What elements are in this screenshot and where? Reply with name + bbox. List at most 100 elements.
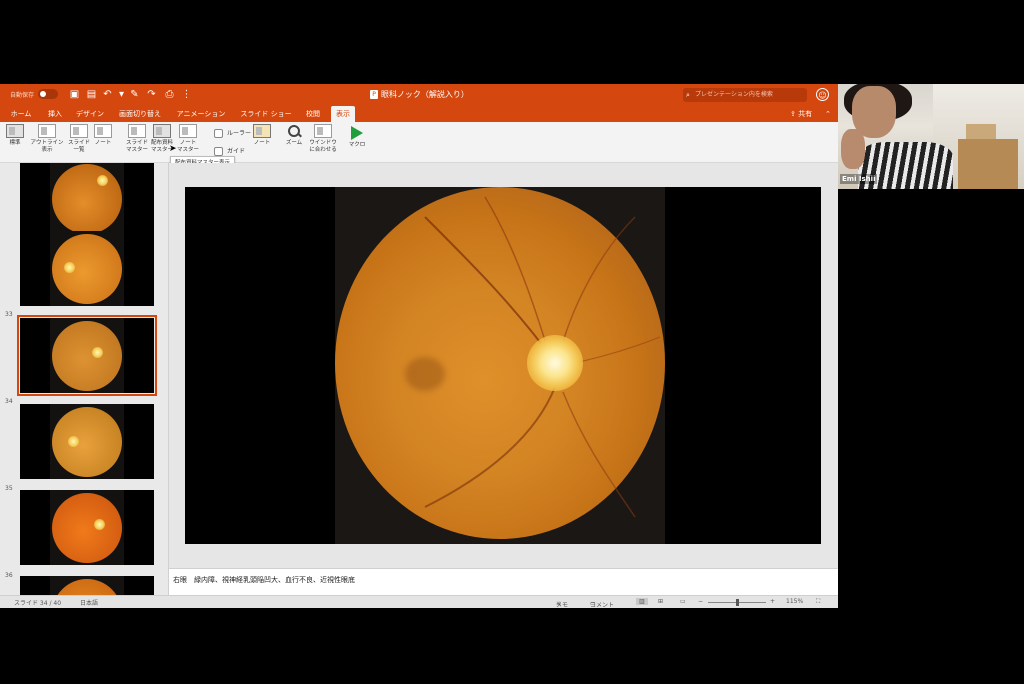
fundus-image [335,187,665,539]
notes-page-icon [94,124,112,138]
save-icon[interactable]: ▤ [85,88,98,101]
play-macro-icon [351,126,363,140]
fit-to-window-label-2: に合わせる [309,147,337,153]
fundus-photo[interactable] [335,187,665,544]
zoom-level[interactable]: 115% [786,598,803,605]
comments-label: コメント [590,602,615,608]
tab-slideshow[interactable]: スライド ショー [236,106,296,122]
guides-checkbox-box[interactable] [214,147,223,156]
fundus-thumbnail [52,407,122,477]
search-icon: ⌕ [686,91,690,99]
undo-icon[interactable]: ↶ [101,88,114,101]
webcam-person-hand [841,129,865,169]
reading-view-status-icon[interactable]: ▭ [680,598,686,605]
mouse-pointer-icon: ➤ [169,144,177,154]
notes-master-button[interactable]: ノート マスター [177,124,199,154]
zoom-slider-handle[interactable] [736,599,739,606]
macro-button[interactable]: マクロ [346,124,368,149]
tab-transitions[interactable]: 画面切り替え [114,106,166,122]
zoom-out-icon[interactable]: − [698,598,703,605]
tab-insert[interactable]: 挿入 [42,106,68,122]
search-input[interactable]: ⌕ プレゼンテーション内を検索 [683,88,807,102]
notes-master-icon [179,124,197,138]
tab-design[interactable]: デザイン [72,106,108,122]
webcam-video: Emi Ishii [838,84,1024,189]
zoom-button[interactable]: ズーム [283,124,305,147]
share-button[interactable]: ⇪ 共有 [790,106,812,122]
macro-label: マクロ [348,142,366,148]
feedback-smiley-icon[interactable]: ☺ [816,88,829,101]
customize-toolbar-icon[interactable]: ⋮ [180,88,193,101]
slide-thumbnail-pane[interactable]: 33 34 35 36 37 [0,163,169,595]
optic-disc [527,335,583,391]
slide-sorter-icon [70,124,88,138]
notes-pane[interactable]: 右眼 緑内障、視神経乳頭陥凹大、血行不良、近視性眼底 [169,568,838,596]
notes-page-label: ノート [94,140,112,146]
share-icon: ⇪ [790,110,799,118]
tab-animations[interactable]: アニメーション [172,106,230,122]
optic-disc-thumbnail [92,347,103,358]
normal-view-button[interactable]: 標準 [4,124,26,147]
fit-to-window-button[interactable]: ウインドウ に合わせる [307,124,339,154]
slide-sorter-label-1: スライド [67,140,90,146]
autosave-label: 自動保存 [10,92,35,99]
print-icon[interactable]: ⎙ [163,88,176,101]
collapse-ribbon-icon[interactable]: ⌃ [825,106,831,122]
outline-view-icon [38,124,56,138]
slide-sorter-status-icon[interactable]: ⊞ [658,598,663,605]
tab-view[interactable]: 表示 [331,106,355,122]
share-label: 共有 [798,110,813,118]
ruler-checkbox[interactable]: ルーラー [214,128,251,138]
slide-thumbnail-selected[interactable] [17,315,157,396]
notes-toggle-label: メモ [556,602,569,608]
normal-view-status-icon[interactable]: ▥ [636,598,648,605]
notes-master-label-1: ノート [179,140,197,146]
notes-master-label-2: マスター [177,147,200,153]
participant-name: Emi Ishii [840,174,878,184]
slide-indicator: スライド 34 / 40 [14,600,62,607]
edit-icon[interactable]: ✎ [128,88,141,101]
fit-to-window-icon [314,124,332,138]
outline-view-button[interactable]: アウトライン 表示 [28,124,66,154]
sidebar-toggle-icon[interactable]: ▣ [68,88,81,101]
current-slide[interactable] [185,187,821,544]
slide-master-icon [128,124,146,138]
redo-icon[interactable]: ↷ [145,88,158,101]
handout-master-icon [153,124,171,138]
tab-home[interactable]: ホーム [6,106,36,122]
powerpoint-window: 自動保存 ▣ ▤ ↶ ▾ ✎ ↷ ⎙ ⋮ P 眼科ノック（解説入り） ⌕ プレゼンテ… [0,84,838,608]
ribbon-tab-bar: ホーム 挿入 デザイン 画面切り替え アニメーション スライド ショー 校閲 表… [0,106,838,122]
title-bar: 自動保存 ▣ ▤ ↶ ▾ ✎ ↷ ⎙ ⋮ P 眼科ノック（解説入り） ⌕ プレゼンテ… [0,84,838,106]
ruler-checkbox-box[interactable] [214,129,223,138]
slide-editing-area[interactable] [169,163,838,568]
outline-view-label-1: アウトライン [30,140,64,146]
notes-pane-icon [253,124,271,138]
slide-thumbnail[interactable] [20,404,154,479]
fundus-thumbnail [52,321,122,391]
slide-number: 34 [5,398,13,405]
language-indicator[interactable]: 日本語 [80,598,98,607]
fundus-thumbnail [52,493,122,563]
fit-to-window-label-1: ウインドウ [309,140,337,146]
optic-disc-thumbnail [64,262,75,273]
notes-page-button[interactable]: ノート [92,124,114,147]
optic-disc-thumbnail [68,436,79,447]
slide-thumbnail[interactable] [20,163,154,236]
fit-slide-icon[interactable]: ⛶ [816,598,820,606]
slide-thumbnail[interactable] [20,231,154,306]
search-placeholder: プレゼンテーション内を検索 [695,91,773,98]
slide-sorter-button[interactable]: スライド 一覧 [66,124,92,154]
autosave-toggle[interactable] [38,89,58,99]
slide-thumbnail[interactable] [20,490,154,565]
guides-checkbox[interactable]: ガイド [214,146,245,156]
magnifier-icon [287,124,301,138]
zoom-label: ズーム [285,140,303,146]
notes-pane-button[interactable]: ノート [251,124,273,147]
undo-dropdown-icon[interactable]: ▾ [115,88,128,101]
fundus-thumbnail [52,234,122,304]
tab-review[interactable]: 校閲 [302,106,324,122]
zoom-in-icon[interactable]: + [770,598,775,605]
slide-master-button[interactable]: スライド マスター [124,124,150,154]
slide-thumbnail[interactable] [20,576,154,595]
slide-number: 33 [5,311,13,318]
